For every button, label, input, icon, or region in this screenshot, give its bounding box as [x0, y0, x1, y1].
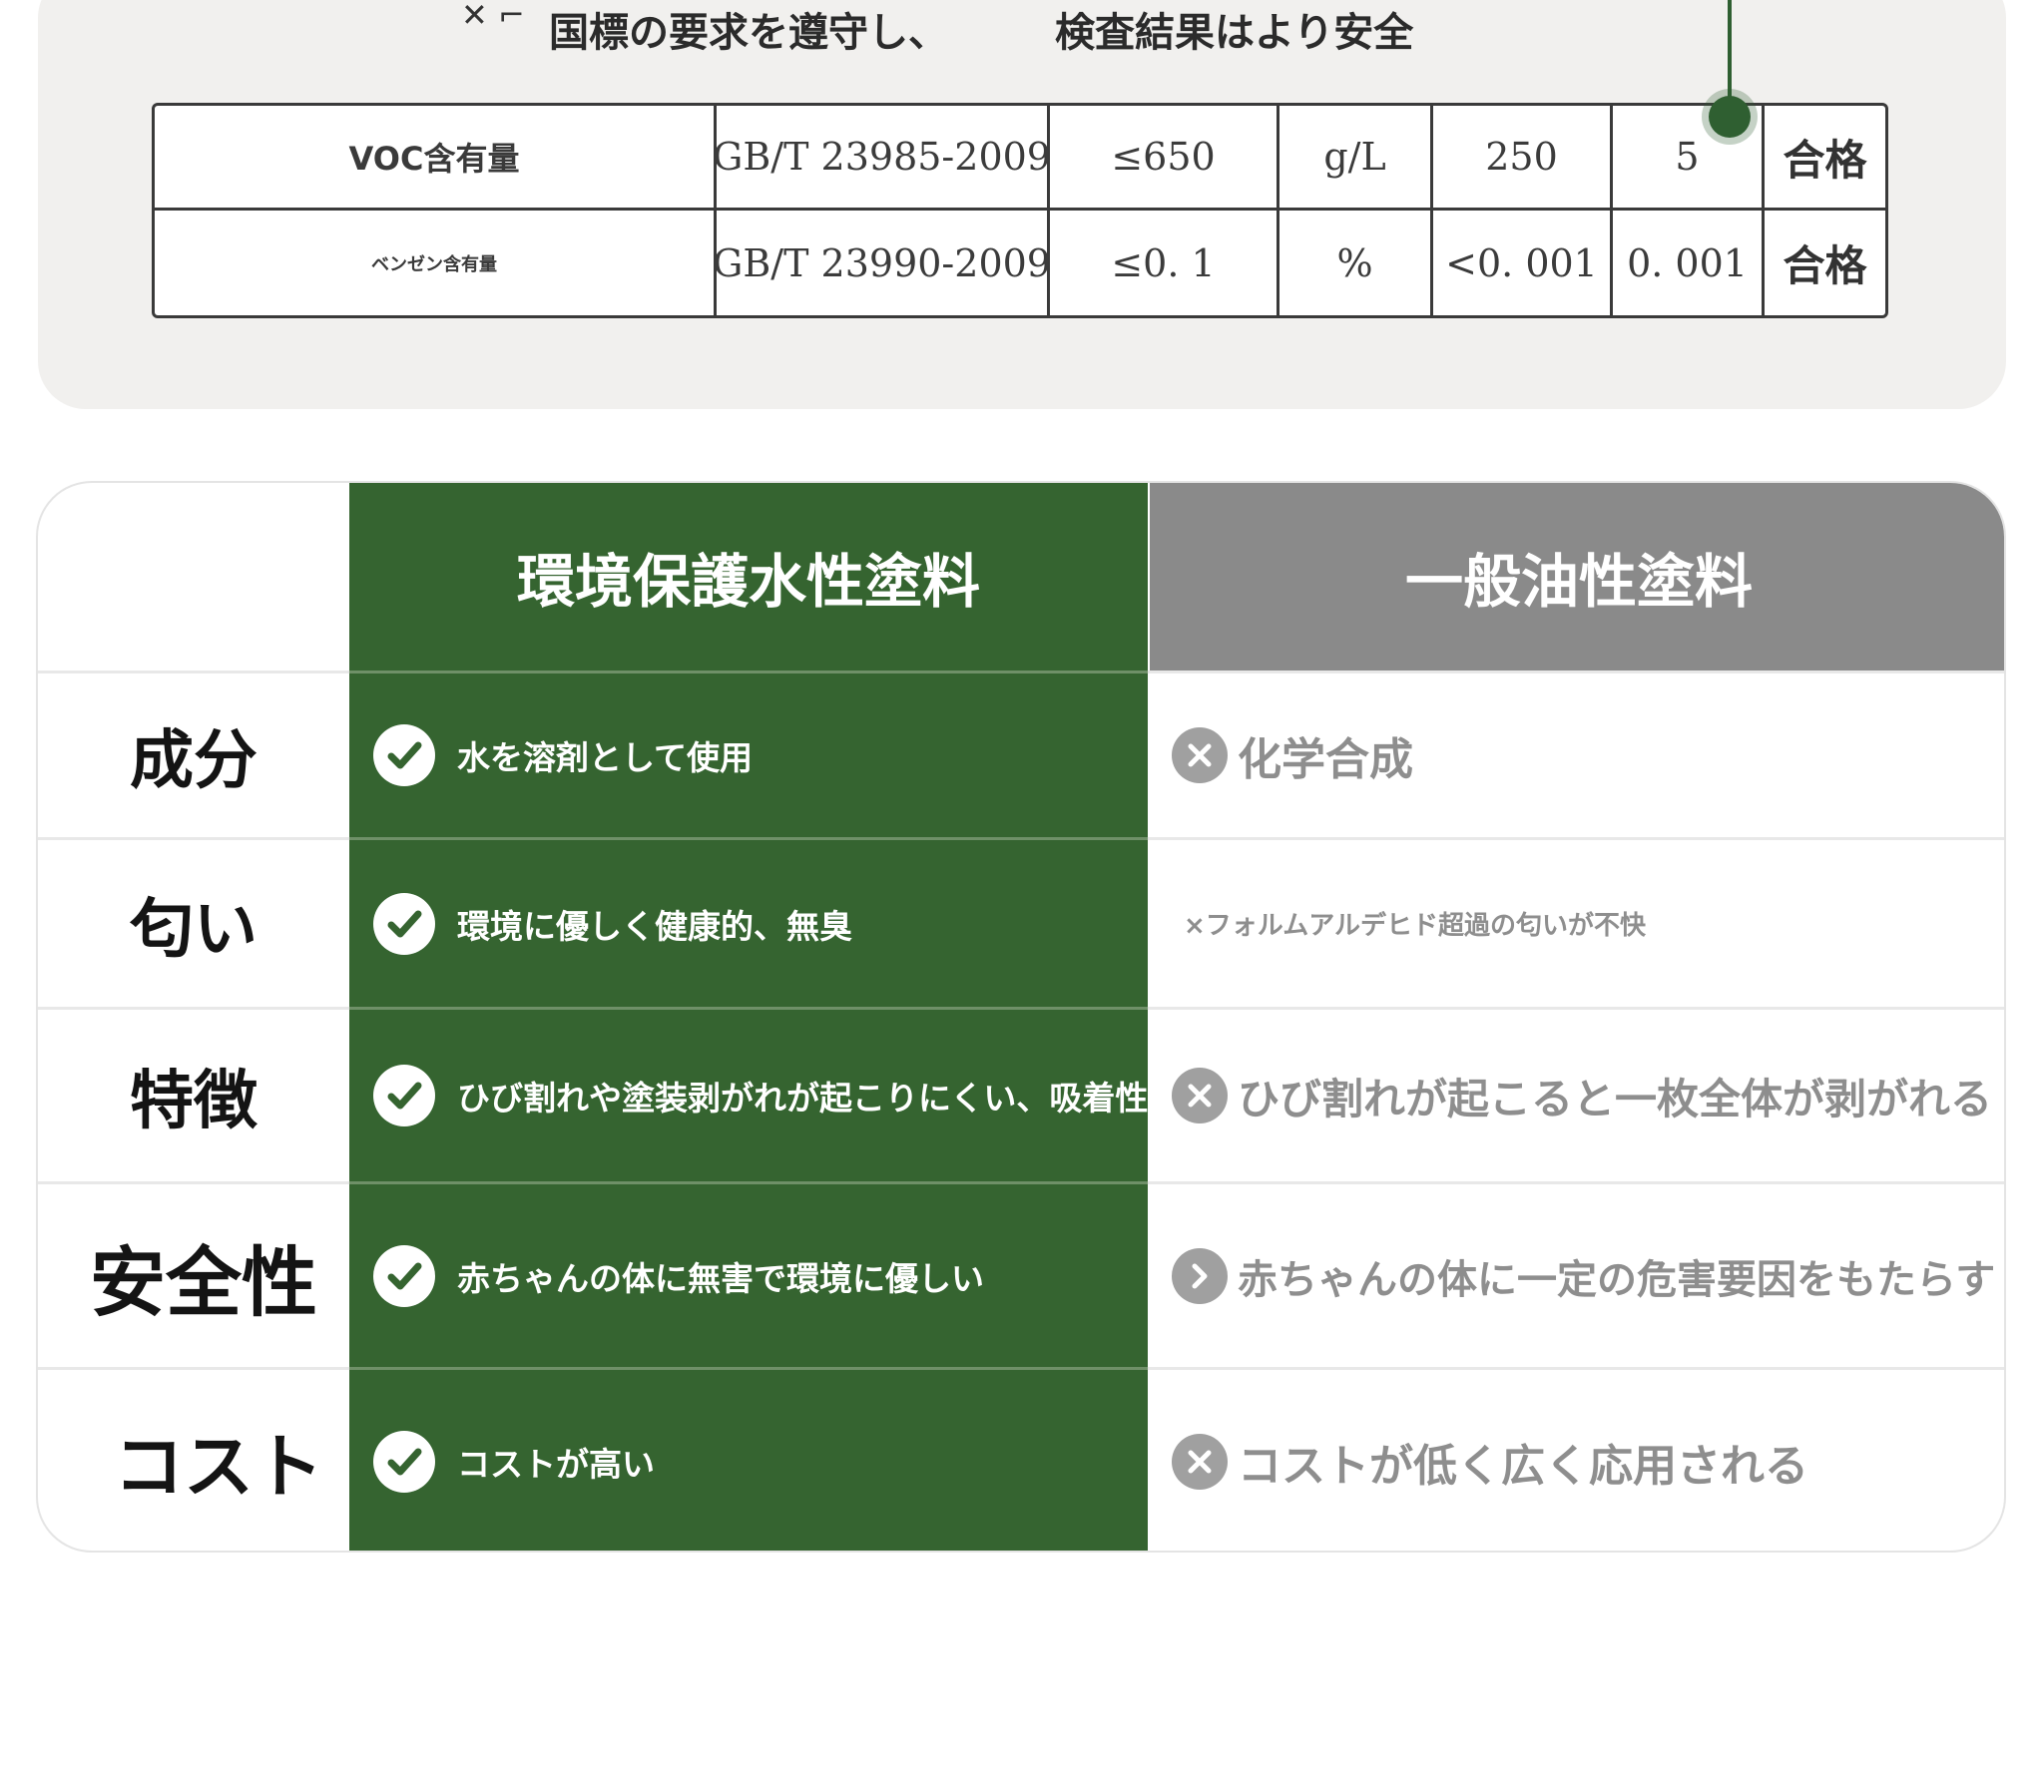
oil-paint-header: 一般油性塗料 — [1404, 548, 1753, 616]
eco-cell-safety: 赤ちゃんの体に無害で環境に優しい — [373, 1184, 984, 1367]
comparison-card: 環境保護水性塗料 一般油性塗料 成分 匂い 特徴 安全性 コスト 水を溶剤として… — [36, 481, 2006, 1553]
cross-icon — [1172, 1068, 1228, 1123]
row-label-cost: コスト — [114, 1426, 323, 1508]
row-label-safety: 安全性 — [90, 1237, 317, 1327]
eco-paint-header: 環境保護水性塗料 — [516, 548, 980, 616]
scribble-mark: ✕ ⌐ — [461, 0, 525, 34]
table-cell-value-b: 0. 001 — [1613, 211, 1765, 315]
oil-cell-cost: コストが低く広く応用される — [1172, 1370, 1808, 1551]
table-cell-item: ベンゼン含有量 — [155, 211, 717, 315]
check-icon — [373, 892, 435, 955]
table-cell-unit: g/L — [1279, 106, 1433, 211]
row-label-features: 特徴 — [130, 1065, 257, 1138]
check-icon — [373, 1244, 435, 1307]
oil-cell-odor: ×フォルムアルデヒド超過の匂いが不快 — [1172, 840, 1646, 1007]
eco-text: ひび割れや塗装剥がれが起こりにくい、吸着性が強 — [457, 1079, 1215, 1118]
oil-cell-features: ひび割れが起こると一枚全体が剥がれる — [1172, 1010, 1992, 1181]
test-results-table: VOC含有量 GB/T 23985-2009 ≤650 g/L 250 5 合格… — [152, 103, 1888, 318]
oil-cell-safety: 赤ちゃんの体に一定の危害要因をもたらす — [1172, 1184, 1995, 1367]
table-cell-limit: ≤650 — [1050, 106, 1279, 211]
cross-icon — [1172, 727, 1228, 783]
certificate-headline-left: 国標の要求を遵守し、 — [549, 10, 948, 56]
table-cell-value-a: <0. 001 — [1433, 211, 1613, 315]
row-label-ingredients: 成分 — [130, 724, 257, 798]
table-cell-method: GB/T 23985-2009 — [713, 106, 1051, 211]
table-cell-result: 合格 — [1783, 241, 1867, 290]
chevron-right-icon — [1172, 1247, 1228, 1304]
oil-text: コストが低く広く応用される — [1238, 1440, 1808, 1492]
table-cell-result: 合格 — [1765, 106, 1885, 211]
eco-cell-cost: コストが高い — [373, 1370, 655, 1551]
table-cell-unit: % — [1279, 211, 1433, 315]
eco-text: 赤ちゃんの体に無害で環境に優しい — [457, 1258, 984, 1298]
eco-cell-ingredients: 水を溶剤として使用 — [373, 673, 753, 837]
eco-cell-features: ひび割れや塗装剥がれが起こりにくい、吸着性が強 — [373, 1010, 1214, 1181]
oil-text: 化学合成 — [1238, 734, 1413, 785]
eco-text: コストが高い — [457, 1444, 655, 1484]
eco-text: 環境に優しく健康的、無臭 — [457, 906, 852, 946]
check-icon — [373, 724, 435, 786]
oil-text: 赤ちゃんの体に一定の危害要因をもたらす — [1238, 1256, 1996, 1303]
table-cell-item: VOC含有量 — [155, 106, 717, 211]
check-icon — [373, 1430, 435, 1493]
eco-text: 水を溶剤として使用 — [457, 738, 754, 777]
row-label-odor: 匂い — [130, 892, 257, 967]
table-cell-value-a: 250 — [1433, 106, 1613, 211]
eco-cell-odor: 環境に優しく健康的、無臭 — [373, 840, 852, 1007]
oil-cell-ingredients: 化学合成 — [1172, 673, 1413, 837]
oil-text: ×フォルムアルデヒド超過の匂いが不快 — [1184, 911, 1647, 941]
table-cell-limit: ≤0. 1 — [1050, 211, 1279, 315]
check-icon — [373, 1065, 435, 1126]
table-cell-method: GB/T 23990-2009 — [713, 211, 1051, 315]
cross-icon — [1172, 1433, 1228, 1490]
pin-dot-icon — [1709, 96, 1751, 138]
certificate-headline-right: 検査結果はより安全 — [1055, 10, 1414, 56]
oil-text: ひび割れが起こると一枚全体が剥がれる — [1238, 1074, 1993, 1123]
